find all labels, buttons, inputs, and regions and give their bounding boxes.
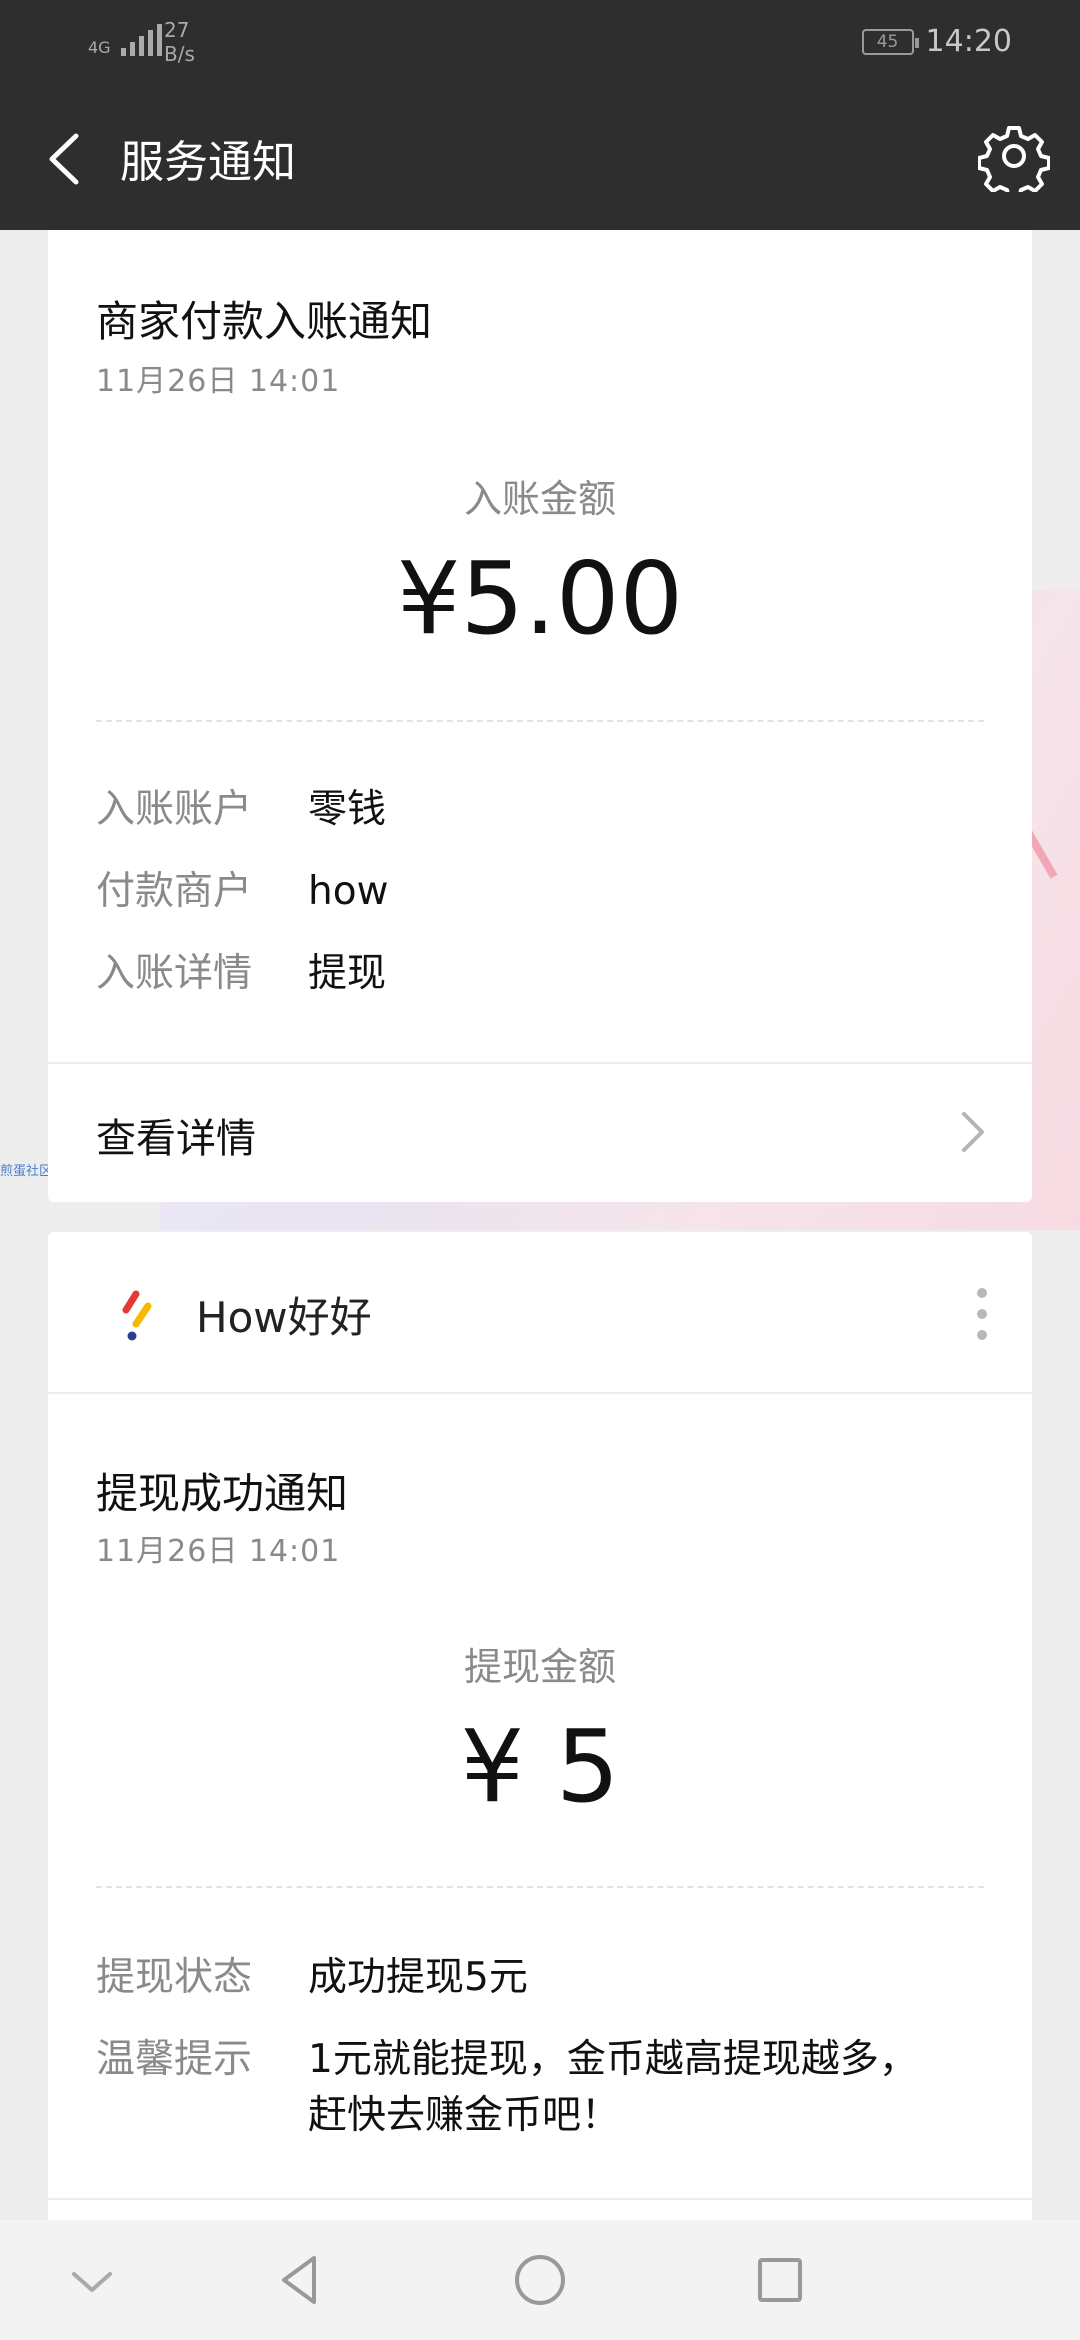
- title-bar: 服务通知: [0, 82, 1080, 230]
- brand-header[interactable]: How好好: [48, 1232, 1032, 1392]
- network-speed: 27 B/s: [164, 18, 195, 66]
- field-key: 付款商户: [96, 869, 253, 914]
- notice-date: 11月26日 14:01: [96, 364, 341, 399]
- field-value: 提现: [308, 951, 387, 996]
- view-details-button[interactable]: 查看详情: [48, 1062, 1032, 1202]
- nav-home-icon[interactable]: [510, 2250, 570, 2310]
- chevron-right-icon: [952, 1106, 992, 1158]
- clock: 14:20: [925, 24, 1012, 59]
- signal-indicator: 4G: [88, 22, 162, 56]
- brand-logo-icon: [114, 1288, 162, 1344]
- field-key: 入账账户: [96, 787, 253, 832]
- field-key: 入账详情: [96, 951, 253, 996]
- battery-icon: 45: [861, 28, 919, 55]
- payment-notice-card[interactable]: 商家付款入账通知 11月26日 14:01 入账金额 ¥5.00 入账账户 零钱…: [48, 230, 1032, 1202]
- field-row: 温馨提示 1元就能提现，金币越高提现越多，赶快去赚金币吧！: [96, 2032, 948, 2144]
- battery-level: 45: [876, 31, 899, 52]
- card-divider: [48, 1392, 1032, 1394]
- nav-back-icon[interactable]: [270, 2250, 330, 2310]
- status-bar: 4G 27 B/s 45 14:20: [0, 0, 1080, 82]
- amount-value: ¥5.00: [396, 540, 684, 657]
- network-type: 4G: [88, 38, 111, 57]
- system-nav-bar: [0, 2220, 1080, 2340]
- network-speed-unit: B/s: [164, 42, 195, 66]
- dashed-divider: [96, 1886, 984, 1888]
- field-value: how: [308, 869, 389, 914]
- amount-label: 入账金额: [463, 477, 616, 521]
- field-row: 入账账户 零钱: [96, 782, 948, 838]
- more-vertical-icon[interactable]: [962, 1282, 1002, 1346]
- field-row: 入账详情 提现: [96, 946, 948, 1002]
- brand-name: How好好: [196, 1293, 372, 1342]
- page-title: 服务通知: [120, 137, 296, 188]
- nav-recents-icon[interactable]: [750, 2250, 810, 2310]
- nav-down-icon[interactable]: [62, 2250, 122, 2310]
- notice-title: 提现成功通知: [96, 1469, 349, 1518]
- field-row: 提现状态 成功提现5元: [96, 1950, 948, 2006]
- notice-title: 商家付款入账通知: [96, 297, 433, 346]
- signal-icon: [120, 22, 162, 56]
- field-key: 温馨提示: [96, 2037, 253, 2082]
- network-speed-value: 27: [164, 18, 190, 42]
- dashed-divider: [96, 720, 984, 722]
- field-row: 付款商户 how: [96, 864, 948, 920]
- gear-icon[interactable]: [977, 120, 1051, 200]
- field-value: 1元就能提现，金币越高提现越多，赶快去赚金币吧！: [308, 2037, 918, 2138]
- card-divider: [48, 2198, 1032, 2200]
- amount-value: ¥ 5: [460, 1708, 620, 1825]
- field-value: 零钱: [308, 787, 387, 832]
- view-details-label: 查看详情: [96, 1116, 256, 1162]
- field-value: 成功提现5元: [308, 1955, 528, 2000]
- field-key: 提现状态: [96, 1955, 253, 2000]
- notice-date: 11月26日 14:01: [96, 1534, 341, 1569]
- watermark: 煎蛋社区: [0, 1164, 53, 1179]
- amount-label: 提现金额: [463, 1645, 616, 1689]
- back-arrow-icon[interactable]: [36, 124, 96, 194]
- withdrawal-notice-card[interactable]: How好好 提现成功通知 11月26日 14:01 提现金额 ¥ 5 提现状态 …: [48, 1232, 1032, 2252]
